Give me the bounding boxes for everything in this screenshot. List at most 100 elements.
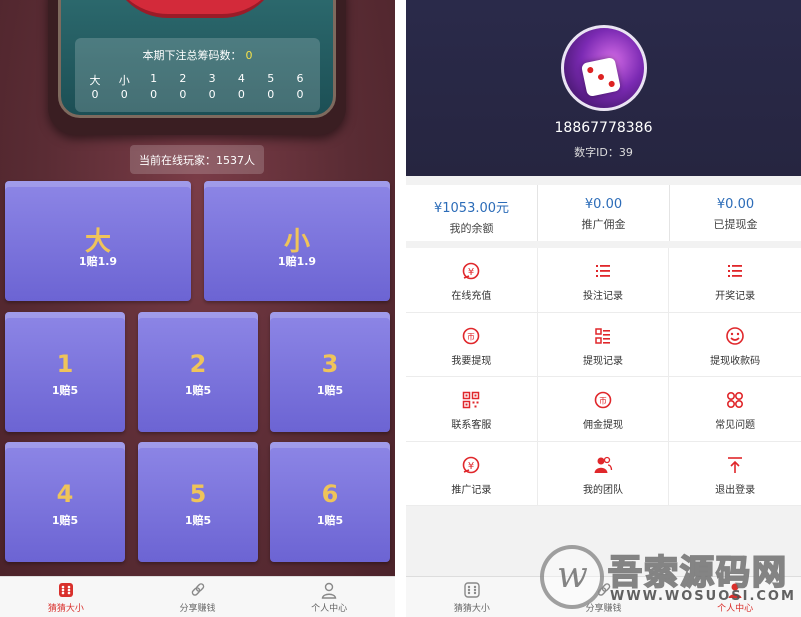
bet-total: 本期下注总筹码数： 0	[75, 47, 320, 63]
menu-label: 退出登录	[715, 484, 756, 496]
stat-commission[interactable]: ¥0.00 推广佣金	[538, 185, 670, 241]
bet-total-value: 0	[245, 49, 253, 62]
bet-label: 1	[56, 350, 74, 378]
menu-label: 投注记录	[582, 291, 623, 302]
menu-bet-records[interactable]: 投注记录	[537, 248, 670, 313]
dice-icon	[580, 56, 622, 98]
bet-value: 0	[150, 88, 158, 101]
menu-label: 开奖记录	[715, 291, 756, 302]
menu-label: 联系客服	[451, 420, 492, 431]
bet-number-1-button[interactable]: 1 1赔5	[5, 312, 125, 432]
bet-number-4-button[interactable]: 4 1赔5	[5, 442, 125, 562]
menu-promo-records[interactable]: ¥ 推广记录	[406, 441, 538, 506]
bet-odds: 1赔5	[184, 384, 212, 397]
bet-value: 0	[267, 88, 275, 101]
tab-share-earn[interactable]: 分享赚钱	[538, 577, 670, 617]
bet-header: 5	[267, 72, 275, 85]
profile-menu-grid: ¥ 在线充值 投注记录 开奖记录 币 我要提现 提现记录 提现收款码 联系客服 …	[406, 248, 801, 506]
bet-header: 3	[208, 72, 216, 85]
smile-icon	[726, 326, 744, 345]
bottom-tabbar: 猜猜大小 分享赚钱 个人中心	[406, 576, 801, 617]
menu-label: 提现收款码	[710, 355, 761, 367]
user-icon	[728, 583, 742, 598]
online-players-badge: 当前在线玩家：1537人	[130, 145, 264, 174]
menu-faq[interactable]: 常见问题	[669, 377, 801, 442]
stat-label: 推广佣金	[581, 218, 626, 231]
menu-label: 推广记录	[451, 484, 492, 496]
bottom-tabbar: 猜猜大小 分享赚钱 个人中心	[0, 576, 395, 617]
dice-icon	[58, 583, 73, 597]
tab-label: 个人中心	[311, 604, 348, 614]
bet-number-6-button[interactable]: 6 1赔5	[270, 442, 390, 562]
bet-odds: 1赔1.9	[277, 255, 317, 268]
bet-header: 2	[179, 72, 187, 85]
stat-withdrawn[interactable]: ¥0.00 已提现金	[670, 185, 801, 241]
coin-icon: 币	[463, 327, 480, 344]
menu-draw-records[interactable]: 开奖记录	[669, 248, 801, 313]
menu-withdraw-records[interactable]: 提现记录	[537, 312, 670, 377]
menu-label: 我要提现	[451, 355, 492, 367]
bet-headers: 大 小 1 2 3 4 5 6	[85, 72, 310, 88]
menu-withdraw[interactable]: 币 我要提现	[406, 312, 538, 377]
bet-value: 0	[179, 88, 187, 101]
bet-label: 5	[189, 480, 207, 508]
menu-label: 提现记录	[582, 355, 623, 367]
menu-withdraw-qrcode[interactable]: 提现收款码	[669, 313, 801, 377]
bet-label: 2	[189, 350, 207, 378]
bet-header: 大	[89, 74, 101, 87]
user-id: 数字ID：39	[574, 146, 633, 159]
bet-value: 0	[296, 88, 304, 101]
recharge-icon: ¥	[463, 262, 480, 280]
bet-header: 1	[150, 72, 158, 85]
bet-odds: 1赔5	[316, 384, 344, 397]
bet-value: 0	[120, 88, 128, 101]
bet-number-3-button[interactable]: 3 1赔5	[270, 312, 390, 432]
stat-label: 已提现金	[713, 218, 758, 231]
list-icon	[728, 265, 743, 277]
tab-label: 猜猜大小	[453, 604, 490, 614]
record-grid-icon	[595, 327, 610, 344]
bet-summary-panel: 本期下注总筹码数： 0 大 小 1 2 3 4 5 6 0 0 0 0 0 0 0…	[75, 38, 320, 112]
bet-number-2-button[interactable]: 2 1赔5	[138, 312, 258, 432]
stat-balance[interactable]: ¥1053.00元 我的余额	[406, 185, 538, 241]
tab-profile[interactable]: 个人中心	[669, 577, 801, 617]
user-icon	[321, 582, 337, 599]
bet-small-button[interactable]: 小 1赔1.9	[204, 181, 390, 301]
game-screen: 本期下注总筹码数： 0 大 小 1 2 3 4 5 6 0 0 0 0 0 0 0…	[0, 0, 395, 617]
menu-commission-withdraw[interactable]: 币 佣金提现	[537, 377, 670, 442]
bet-label: 4	[56, 480, 74, 508]
bet-value: 0	[208, 88, 216, 101]
tab-label: 个人中心	[717, 604, 754, 614]
tab-guess-size[interactable]: 猜猜大小	[406, 577, 538, 617]
bet-odds: 1赔1.9	[78, 255, 118, 268]
bet-odds: 1赔5	[51, 384, 79, 397]
avatar[interactable]	[561, 25, 647, 111]
svg-text:币: 币	[599, 397, 607, 406]
menu-my-team[interactable]: 我的团队	[537, 441, 670, 506]
tab-label: 猜猜大小	[47, 604, 84, 614]
tab-share-earn[interactable]: 分享赚钱	[132, 577, 264, 617]
menu-contact-support[interactable]: 联系客服	[406, 377, 538, 442]
menu-label: 常见问题	[715, 420, 756, 431]
svg-text:币: 币	[467, 332, 475, 341]
menu-logout[interactable]: 退出登录	[669, 442, 801, 506]
bet-header: 小	[118, 74, 130, 87]
account-stats: ¥1053.00元 我的余额 ¥0.00 推广佣金 ¥0.00 已提现金	[406, 185, 801, 241]
bet-header: 4	[237, 72, 245, 85]
bet-number-5-button[interactable]: 5 1赔5	[138, 442, 258, 562]
list-icon	[595, 265, 610, 277]
apps-icon	[727, 391, 744, 409]
link-icon	[191, 583, 204, 596]
menu-label: 我的团队	[582, 484, 623, 496]
bet-label: 3	[321, 350, 339, 378]
menu-recharge[interactable]: ¥ 在线充值	[406, 248, 538, 313]
bet-big-button[interactable]: 大 1赔1.9	[5, 181, 191, 301]
tab-profile[interactable]: 个人中心	[263, 577, 395, 617]
logout-icon	[728, 456, 743, 473]
bet-header: 6	[296, 72, 304, 85]
bet-values: 0 0 0 0 0 0 0 0	[85, 88, 310, 101]
bet-odds: 1赔5	[316, 514, 344, 527]
bet-odds: 1赔5	[184, 514, 212, 527]
tab-guess-size[interactable]: 猜猜大小	[0, 577, 132, 617]
link-icon	[597, 583, 610, 596]
